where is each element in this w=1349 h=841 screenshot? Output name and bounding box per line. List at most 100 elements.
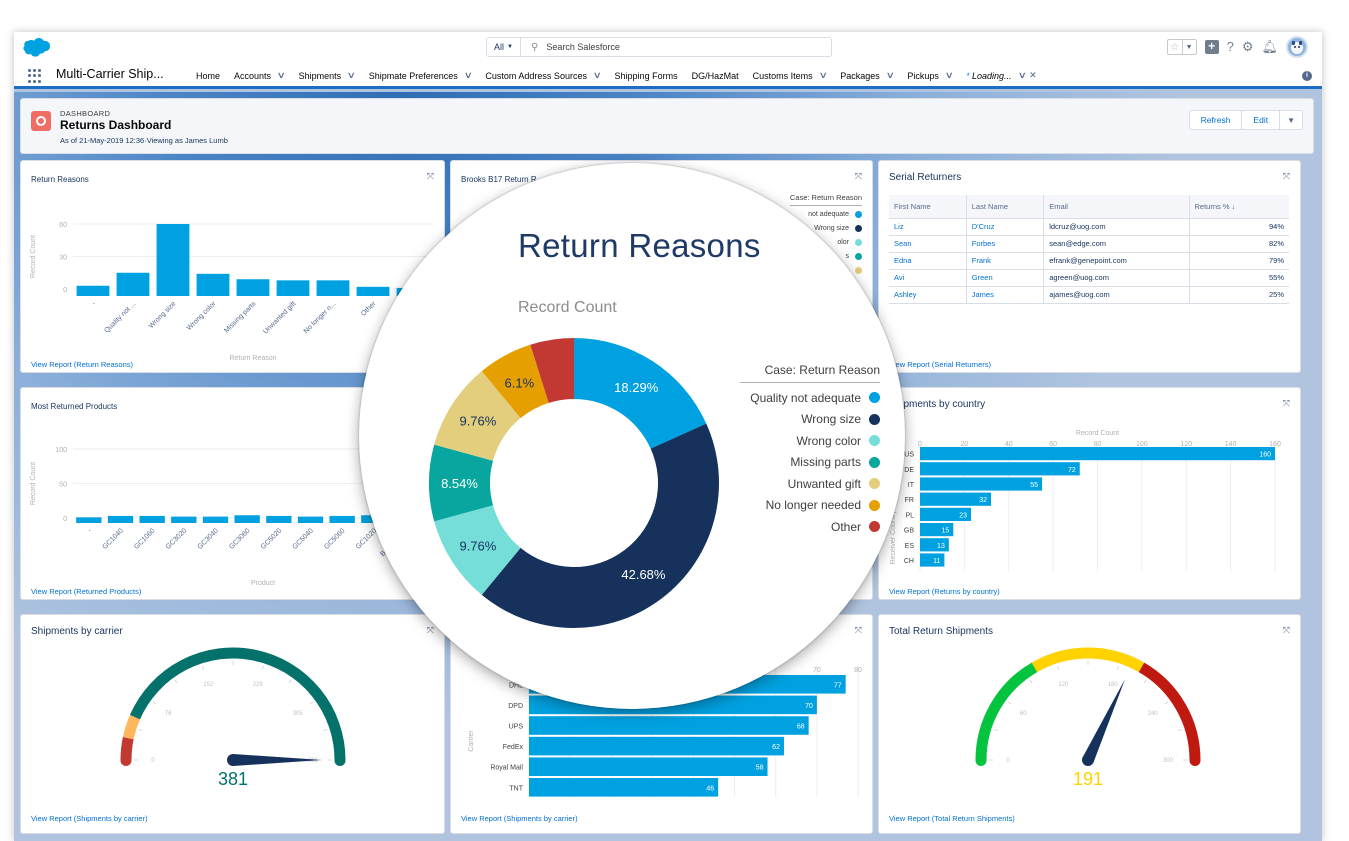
expand-icon[interactable]: ⤧ <box>1283 398 1290 409</box>
bar-gc1040 <box>107 515 134 523</box>
legend-item-wrong-color[interactable]: Wrong color <box>720 430 880 452</box>
app-launcher-icon[interactable] <box>28 69 42 83</box>
gauge-tick <box>1029 679 1033 684</box>
view-report-link[interactable]: View Report (Shipments by carrier) <box>461 814 578 823</box>
search-input[interactable]: ⚲ Search Salesforce <box>521 42 620 53</box>
gauge-band-cap <box>975 755 987 766</box>
x-axis-label: Return Reason <box>229 355 276 361</box>
chevron-down-icon[interactable]: ∨ <box>818 70 827 81</box>
view-report-link[interactable]: View Report (Total Return Shipments) <box>889 814 1015 823</box>
record-link[interactable]: Green <box>966 269 1045 287</box>
gauge-tick <box>309 701 314 705</box>
x-tick-label: GC5060 <box>323 527 346 550</box>
record-link[interactable]: D'Cruz <box>966 218 1045 236</box>
nav-tab-shipping-forms[interactable]: Shipping Forms <box>608 62 685 89</box>
setup-gear-icon[interactable]: ⚙ <box>1242 37 1254 57</box>
app-name: Multi-Carrier Ship... <box>56 67 164 81</box>
nav-tab-customs-items[interactable]: Customs Items ∨ <box>746 62 834 89</box>
donut-legend: Quality not adequate Wrong size Wrong colo… <box>720 387 880 538</box>
x-tick-label: 100 <box>1136 441 1148 448</box>
x-tick-label: 60 <box>1049 441 1057 448</box>
notifications-bell-icon[interactable]: 🔔︎ <box>1261 37 1278 57</box>
more-actions-button[interactable]: ▼ <box>1280 111 1302 129</box>
legend-label: No longer needed <box>765 498 861 513</box>
chevron-down-icon[interactable]: ∨ <box>1017 70 1026 81</box>
expand-icon[interactable]: ⤧ <box>1283 171 1290 182</box>
legend-item-unwanted-gift[interactable]: Unwanted gift <box>720 473 880 495</box>
favorites-dropdown-icon[interactable]: ▼ <box>1181 40 1196 54</box>
chevron-down-icon[interactable]: ∨ <box>463 70 472 81</box>
help-icon[interactable]: ? <box>1227 37 1234 57</box>
column-header-last-name[interactable]: Last Name <box>966 195 1045 219</box>
nav-tab-label: Loading... <box>971 70 1012 81</box>
refresh-button[interactable]: Refresh <box>1190 111 1243 129</box>
view-report-link[interactable]: View Report (Returns by country) <box>889 587 1000 596</box>
nav-tab-accounts[interactable]: Accounts ∨ <box>227 62 292 89</box>
data-label: 13 <box>937 543 945 550</box>
bar-royal-mail <box>529 757 768 776</box>
edit-button[interactable]: Edit <box>1242 111 1281 129</box>
nav-tab-shipmate-preferences[interactable]: Shipmate Preferences ∨ <box>362 62 479 89</box>
search-scope-dropdown[interactable]: All ▼ <box>487 38 521 56</box>
x-tick-label: GC1040 <box>102 527 125 550</box>
nav-tab-shipments[interactable]: Shipments ∨ <box>292 62 362 89</box>
view-report-link[interactable]: View Report (Returned Products) <box>31 587 141 596</box>
x-tick-label: 20 <box>960 441 968 448</box>
chevron-down-icon[interactable]: ∨ <box>593 70 602 81</box>
legend-item-quality-not-adequate[interactable]: Quality not adequate <box>720 387 880 409</box>
user-avatar[interactable] <box>1286 36 1308 58</box>
record-link[interactable]: Forbes <box>966 235 1045 253</box>
legend-item-wrong-size[interactable]: Wrong size <box>720 409 880 431</box>
chevron-down-icon[interactable]: ∨ <box>885 70 894 81</box>
chevron-down-icon[interactable]: ∨ <box>277 70 286 81</box>
bar-gc3040 <box>202 516 229 523</box>
nav-tab-custom-address-sources[interactable]: Custom Address Sources ∨ <box>478 62 607 89</box>
info-icon[interactable]: i <box>1302 71 1312 81</box>
global-actions-plus-icon[interactable]: + <box>1204 40 1219 54</box>
gauge-tick-label: 120 <box>1058 682 1069 688</box>
nav-tab-label: Shipments <box>298 70 342 81</box>
bar-wrong-color <box>196 273 230 296</box>
legend-swatch <box>869 499 880 511</box>
nav-tab-home[interactable]: Home <box>189 62 227 89</box>
search-icon: ⚲ <box>531 41 539 53</box>
nav-tab-dg-hazmat[interactable]: DG/HazMat <box>685 62 746 89</box>
x-tick-label: Wrong size <box>148 300 178 330</box>
legend-swatch <box>869 478 880 490</box>
nav-tab-packages[interactable]: Packages ∨ <box>833 62 900 89</box>
email-cell: efrank@genepoint.com <box>1043 252 1190 270</box>
column-header-returns[interactable]: Returns % ↓ <box>1189 195 1289 219</box>
card-shipments-by-country: Shipments by country ⤧ 0 20 40 60 80 100 120 14… <box>878 387 1301 600</box>
global-search[interactable]: All ▼ ⚲ Search Salesforce <box>486 37 832 57</box>
gauge-tick <box>1057 665 1060 670</box>
close-tab-icon[interactable]: ✕ <box>1029 70 1037 81</box>
returns-percent-cell: 79% <box>1189 252 1289 270</box>
chevron-down-icon[interactable]: ∨ <box>945 70 954 81</box>
favorites-control[interactable]: ☆ ▼ <box>1166 39 1197 55</box>
gauge-tick <box>1164 701 1169 705</box>
record-link[interactable]: James <box>966 286 1045 304</box>
y-tick-label: ES <box>905 543 915 550</box>
legend-item-no-longer-needed[interactable]: No longer needed <box>720 495 880 517</box>
donut-slice-wrong-size <box>481 423 719 628</box>
bar-it <box>920 477 1043 491</box>
nav-tab-loading[interactable]: * Loading... ∨ ✕ <box>959 62 1043 89</box>
bar-gc3060 <box>234 515 260 523</box>
gauge-tick <box>323 729 328 732</box>
dashboard-icon <box>31 111 51 131</box>
chevron-down-icon[interactable]: ∨ <box>347 70 356 81</box>
legend-item-other[interactable]: Other <box>720 516 880 538</box>
data-label: 72 <box>1068 467 1076 474</box>
gauge-tick <box>1007 701 1012 705</box>
legend-item-missing-parts[interactable]: Missing parts <box>720 452 880 474</box>
column-header-email[interactable]: Email <box>1043 195 1190 219</box>
nav-tab-pickups[interactable]: Pickups ∨ <box>900 62 959 89</box>
bar-de <box>920 462 1080 476</box>
gauge-tick <box>202 665 205 670</box>
view-report-link[interactable]: View Report (Shipments by carrier) <box>31 814 148 823</box>
view-report-link[interactable]: View Report (Return Reasons) <box>31 360 133 369</box>
record-link[interactable]: Frank <box>966 252 1045 270</box>
salesforce-logo-icon[interactable] <box>23 38 50 57</box>
favorites-star-icon[interactable]: ☆ <box>1168 40 1182 54</box>
gauge-band <box>129 647 346 761</box>
